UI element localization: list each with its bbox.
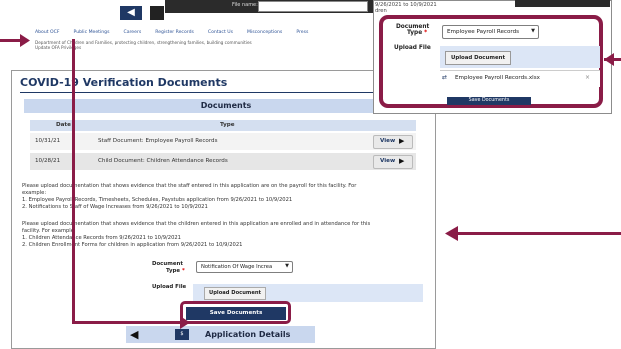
arrowhead-icon (20, 34, 30, 47)
arrowhead-icon (604, 53, 614, 66)
arrowhead-icon (180, 316, 190, 329)
annotation-arrowheads (20, 34, 614, 329)
arrowhead-icon (445, 226, 458, 241)
